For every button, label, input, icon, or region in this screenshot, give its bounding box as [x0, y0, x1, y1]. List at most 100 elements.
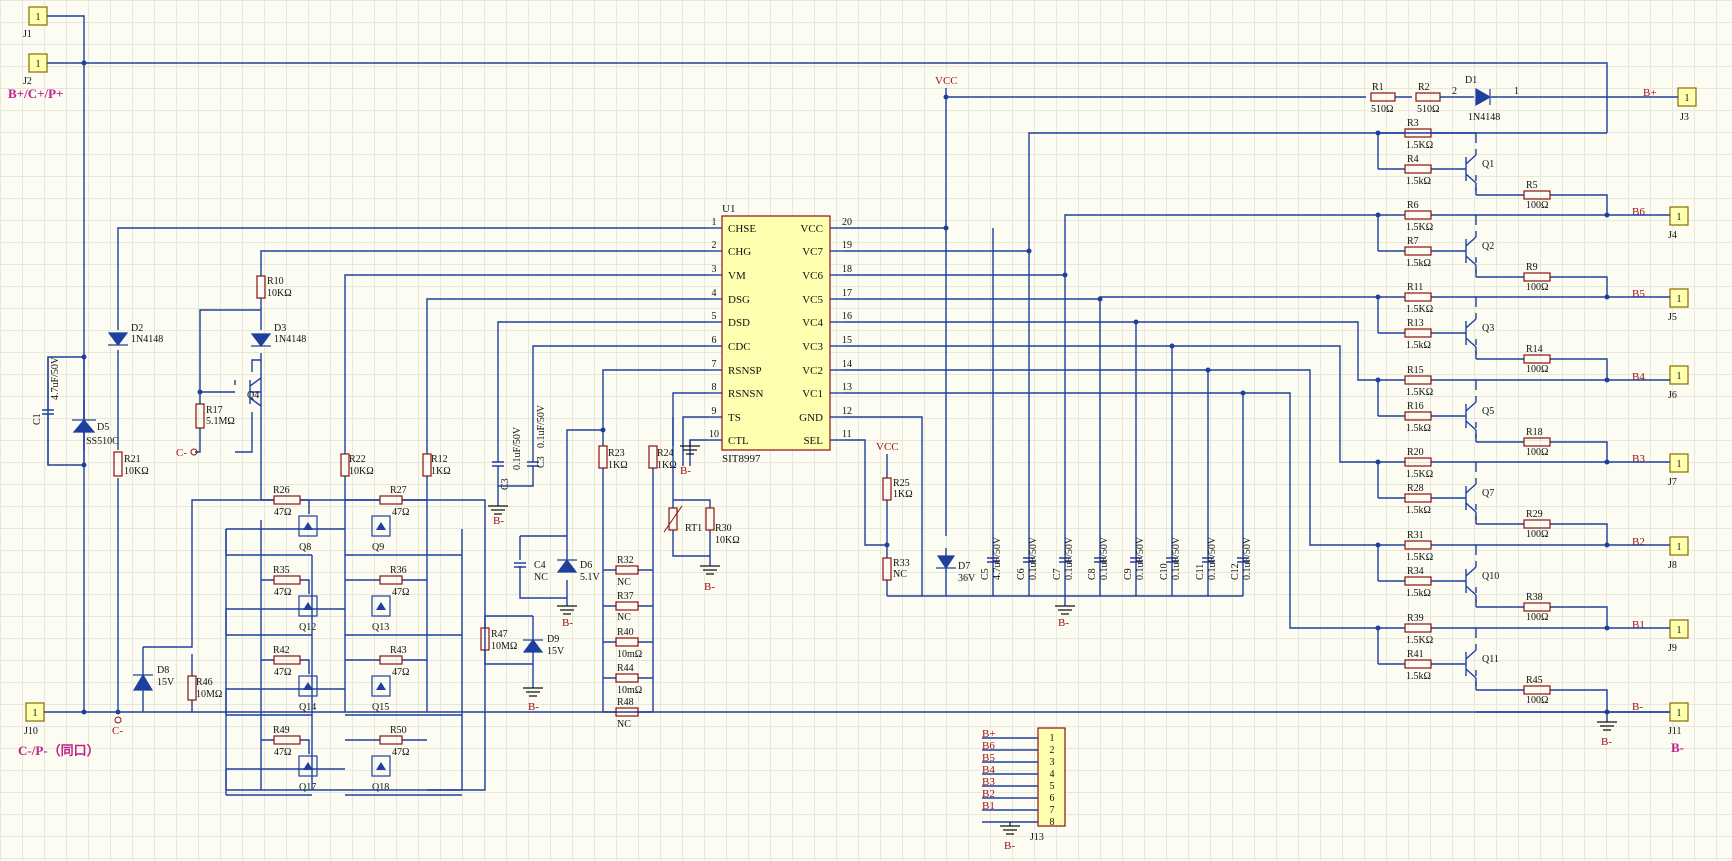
header-net-label: B1 [982, 800, 995, 812]
ic-pin-name: VC4 [802, 317, 823, 329]
diode-d2[interactable]: D21N4148 [107, 323, 163, 346]
junction-dot [1375, 212, 1381, 218]
svg-text:R12: R12 [431, 454, 448, 465]
thermistor-rt1[interactable]: RT1 [663, 505, 702, 534]
svg-text:R37: R37 [617, 591, 634, 602]
zener-d7[interactable]: D736V [936, 555, 976, 584]
resistor-value: 100Ω [1526, 612, 1548, 623]
resistor-value: 47Ω [274, 747, 291, 758]
resistor-r16 [1404, 411, 1432, 421]
transistor-q7 [1458, 478, 1477, 520]
connector-j4[interactable]: 1J4 [1668, 206, 1689, 241]
resistor-value: 47Ω [392, 747, 409, 758]
resistor-value: 1.5kΩ [1406, 671, 1431, 682]
svg-text:4.7uF/50V: 4.7uF/50V [50, 356, 61, 400]
diode-d3[interactable]: D31N4148 [250, 323, 306, 347]
svg-text:10MΩ: 10MΩ [491, 641, 517, 652]
connector-j8[interactable]: 1J8 [1668, 536, 1689, 571]
resistor-ref: R42 [273, 645, 290, 656]
svg-text:1: 1 [1677, 371, 1682, 382]
transistor-q4[interactable]: Q4 [247, 377, 262, 407]
connector-j10[interactable]: 1 J10 [24, 702, 45, 737]
resistor-r32[interactable]: R32 NC [615, 555, 639, 588]
ic-pin-number: 19 [842, 240, 852, 251]
junction-dot [1375, 625, 1381, 631]
svg-text:1N4148: 1N4148 [1468, 112, 1500, 123]
resistor-r47[interactable]: R4710MΩ [480, 627, 517, 652]
resistor-r31 [1404, 540, 1432, 550]
resistor-r30[interactable]: R3010KΩ [705, 507, 740, 546]
capacitor-ref: C5 [980, 568, 991, 580]
mosfet-body-diode [376, 602, 386, 610]
resistor-value: 1.5kΩ [1406, 340, 1431, 351]
resistor-r12[interactable]: R121KΩ [422, 453, 451, 477]
connector-j1[interactable]: 1 J1 [23, 6, 48, 40]
ic-pin-name: GND [799, 412, 823, 424]
connector-j5[interactable]: 1J5 [1668, 288, 1689, 323]
resistor-ref: R15 [1407, 365, 1424, 376]
resistor-value: 47Ω [392, 507, 409, 518]
svg-text:R17: R17 [206, 405, 223, 416]
resistor-r46[interactable]: R4610MΩ [187, 675, 222, 701]
ic-pin-name: VM [728, 270, 746, 282]
capacitor-c1[interactable]: C1 4.7uF/50V [32, 356, 61, 465]
svg-text:J1: J1 [23, 29, 32, 40]
capacitor-c3a[interactable]: C30.1uF/50V [492, 426, 523, 506]
svg-text:J10: J10 [24, 726, 38, 737]
resistor-r23[interactable]: R231KΩ [598, 445, 628, 471]
diode-d5[interactable]: D5 SS510C [72, 357, 119, 465]
resistor-r15 [1404, 375, 1432, 385]
ic-pin-number: 3 [712, 264, 717, 275]
resistor-r33[interactable]: R33NC [882, 557, 910, 581]
junction-dot [1604, 377, 1610, 383]
ic-pin-name: VC3 [802, 341, 823, 353]
resistor-r37[interactable]: R37 NC [615, 591, 639, 623]
svg-text:2: 2 [1452, 86, 1457, 97]
resistor-r21[interactable]: R2110KΩ [113, 451, 149, 477]
transistor-ref: Q2 [1482, 241, 1494, 252]
connector-j11[interactable]: 1 J11 [1668, 702, 1689, 737]
zener-d8[interactable]: D815V [132, 665, 175, 691]
resistor-value: 1.5kΩ [1406, 588, 1431, 599]
ic-pin-number: 15 [842, 335, 852, 346]
resistor-r22[interactable]: R2210KΩ [340, 453, 374, 477]
capacitor-c4[interactable]: C4NC [514, 560, 548, 583]
junction-dot [1375, 377, 1381, 383]
ground-capbank: B- [1055, 605, 1075, 629]
resistor-r20 [1404, 457, 1432, 467]
connector-j6[interactable]: 1J6 [1668, 365, 1689, 401]
ic-u1[interactable]: U1 SIT8997 [721, 203, 831, 465]
node-cminus-2: C- [112, 716, 123, 737]
node-cminus: C- [176, 447, 198, 459]
resistor-value: 100Ω [1526, 200, 1548, 211]
svg-text:R23: R23 [608, 448, 625, 459]
resistor-r2[interactable]: R2 510Ω [1415, 82, 1441, 115]
resistor-r1[interactable]: R1 510Ω [1370, 82, 1396, 115]
resistor-r25[interactable]: R251KΩ [882, 477, 913, 501]
resistor-value: 47Ω [274, 587, 291, 598]
svg-text:5.1V: 5.1V [580, 572, 601, 583]
svg-text:B-: B- [680, 465, 691, 477]
connector-j2[interactable]: 1J2 [23, 53, 48, 87]
resistor-r44[interactable]: R44 10mΩ [615, 663, 642, 696]
ic-pin-name: VCC [800, 223, 823, 235]
connector-j7[interactable]: 1J7 [1668, 453, 1689, 488]
resistor-r17[interactable]: R175.1MΩ [195, 403, 235, 429]
wires-sense [602, 468, 654, 713]
zener-d9[interactable]: D915V [522, 634, 565, 657]
diode-d1[interactable]: D1 1N4148 [1465, 75, 1500, 123]
header-pin-number: 7 [1050, 805, 1055, 816]
mosfet-ref: Q9 [372, 542, 384, 553]
zener-d6[interactable]: D65.1V [556, 559, 601, 583]
resistor-r48[interactable]: R48 NC [615, 697, 639, 730]
svg-text:R46: R46 [196, 677, 213, 688]
svg-text:1: 1 [36, 59, 41, 70]
resistor-r10[interactable]: R1010KΩ [256, 275, 292, 299]
resistor-value: 1.5kΩ [1406, 258, 1431, 269]
resistor-value: 1.5kΩ [1406, 423, 1431, 434]
connector-j9[interactable]: 1J9 [1668, 619, 1689, 654]
resistor-ref: R28 [1407, 483, 1424, 494]
resistor-r40[interactable]: R40 10mΩ [615, 627, 642, 660]
header-ground-label: B- [1004, 840, 1015, 852]
connector-j3[interactable]: 1 J3 [1677, 87, 1697, 123]
